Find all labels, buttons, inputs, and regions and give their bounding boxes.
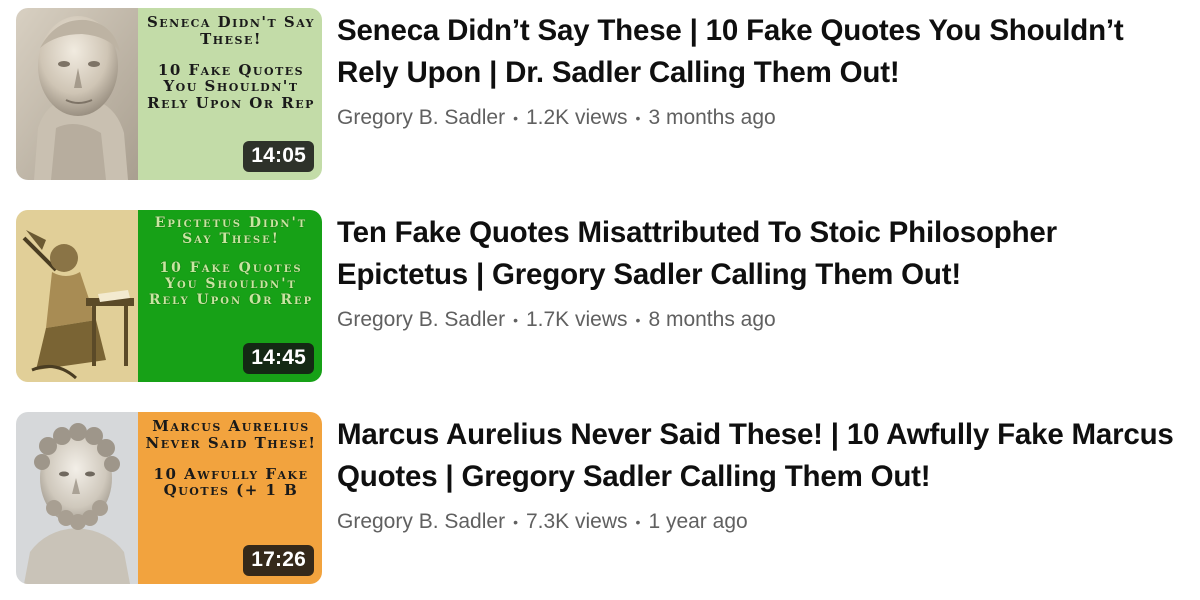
seneca-bust-image <box>16 8 138 180</box>
video-thumbnail[interactable]: Seneca Didn't Say These! 10 Fake Quotes … <box>16 8 322 180</box>
thumbnail-subheading: 10 Awfully Fake Quotes (+ 1 B <box>153 464 309 500</box>
upload-age: 1 year ago <box>648 510 748 533</box>
upload-age: 3 months ago <box>648 106 776 129</box>
view-count: 1.7K views <box>525 308 628 331</box>
channel-name[interactable]: Gregory B. Sadler <box>337 106 505 130</box>
video-result-item[interactable]: Seneca Didn't Say These! 10 Fake Quotes … <box>16 8 1196 180</box>
video-results-list: Seneca Didn't Say These! 10 Fake Quotes … <box>0 0 1200 600</box>
thumbnail-heading: Marcus Aurelius Never Said These! <box>145 417 317 452</box>
separator-dot: • <box>513 110 518 126</box>
video-result-item[interactable]: Marcus Aurelius Never Said These! 10 Awf… <box>16 412 1196 584</box>
thumbnail-subheading: 10 Fake Quotes You Shouldn't Rely Upon O… <box>147 60 315 113</box>
separator-dot: • <box>513 312 518 328</box>
video-thumbnail[interactable]: Epictetus Didn't Say These! 10 Fake Quot… <box>16 210 322 382</box>
channel-name[interactable]: Gregory B. Sadler <box>337 510 505 534</box>
epictetus-engraving-image <box>16 210 138 382</box>
video-meta: Seneca Didn’t Say These | 10 Fake Quotes… <box>322 8 1196 180</box>
video-meta: Marcus Aurelius Never Said These! | 10 A… <box>322 412 1196 584</box>
view-count: 7.3K views <box>525 510 628 533</box>
channel-name[interactable]: Gregory B. Sadler <box>337 308 505 332</box>
separator-dot: • <box>635 110 641 126</box>
thumbnail-subheading: 10 Fake Quotes You Shouldn't Rely Upon O… <box>148 260 314 308</box>
duration-badge: 14:05 <box>243 141 314 172</box>
video-result-item[interactable]: Epictetus Didn't Say These! 10 Fake Quot… <box>16 210 1196 382</box>
video-byline: Gregory B. Sadler • 7.3K views • 1 year … <box>337 510 1196 534</box>
thumbnail-heading: Epictetus Didn't Say These! <box>154 215 308 247</box>
separator-dot: • <box>635 312 641 328</box>
video-title[interactable]: Seneca Didn’t Say These | 10 Fake Quotes… <box>337 10 1187 94</box>
upload-age: 8 months ago <box>648 308 776 331</box>
duration-badge: 14:45 <box>243 343 314 374</box>
view-count: 1.2K views <box>525 106 628 129</box>
thumbnail-heading: Seneca Didn't Say These! <box>146 13 316 48</box>
video-title[interactable]: Marcus Aurelius Never Said These! | 10 A… <box>337 414 1187 498</box>
separator-dot: • <box>635 514 641 530</box>
video-thumbnail[interactable]: Marcus Aurelius Never Said These! 10 Awf… <box>16 412 322 584</box>
video-title[interactable]: Ten Fake Quotes Misattributed To Stoic P… <box>337 212 1187 296</box>
video-meta: Ten Fake Quotes Misattributed To Stoic P… <box>322 210 1196 382</box>
video-byline: Gregory B. Sadler • 1.2K views • 3 month… <box>337 106 1196 130</box>
separator-dot: • <box>513 514 518 530</box>
marcus-aurelius-bust-image <box>16 412 138 584</box>
video-byline: Gregory B. Sadler • 1.7K views • 8 month… <box>337 308 1196 332</box>
duration-badge: 17:26 <box>243 545 314 576</box>
